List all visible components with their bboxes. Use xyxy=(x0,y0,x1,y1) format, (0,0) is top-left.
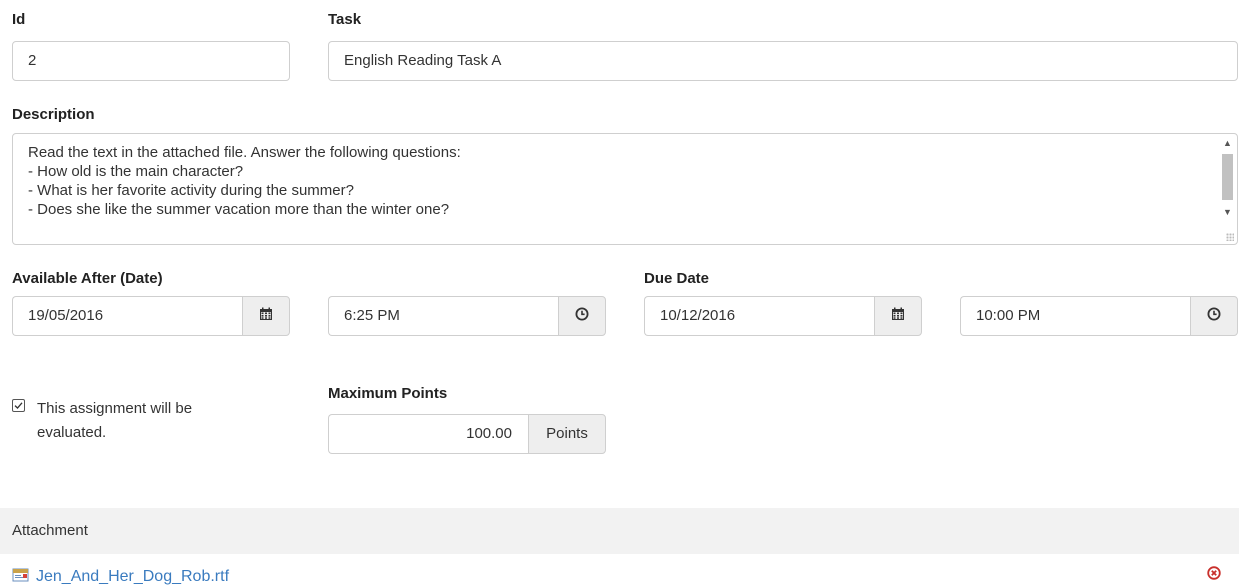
calendar-icon xyxy=(259,307,273,325)
id-input[interactable]: 2 xyxy=(12,41,290,81)
available-time-picker-button[interactable] xyxy=(558,296,606,336)
available-after-label: Available After (Date) xyxy=(12,270,163,287)
calendar-icon xyxy=(891,307,905,325)
due-time-picker-button[interactable] xyxy=(1190,296,1238,336)
id-label: Id xyxy=(12,11,26,28)
attachment-file-link[interactable]: Jen_And_Her_Dog_Rob.rtf xyxy=(36,567,229,587)
due-date-picker-button[interactable] xyxy=(874,296,922,336)
clock-icon xyxy=(575,307,589,325)
max-points-label: Maximum Points xyxy=(328,385,448,402)
description-label: Description xyxy=(12,106,95,123)
checkmark-icon xyxy=(14,402,23,409)
due-time-group: 10:00 PM xyxy=(960,296,1238,336)
task-label: Task xyxy=(328,11,362,28)
scrollbar-thumb[interactable] xyxy=(1222,154,1233,200)
resize-grip-icon[interactable] xyxy=(1226,233,1234,241)
due-date-label: Due Date xyxy=(644,270,710,287)
description-line: - How old is the main character? xyxy=(28,163,244,180)
description-scrollbar[interactable]: ▲ ▼ xyxy=(1219,135,1236,244)
scroll-up-arrow-icon[interactable]: ▲ xyxy=(1219,136,1236,150)
rtf-file-icon xyxy=(12,568,32,587)
attachment-header: Attachment xyxy=(0,508,1239,554)
description-textarea[interactable]: Read the text in the attached file. Answ… xyxy=(12,133,1238,245)
available-date-input[interactable]: 19/05/2016 xyxy=(12,296,242,336)
clock-icon xyxy=(1207,307,1221,325)
evaluated-checkbox-label[interactable]: This assignment will be evaluated. xyxy=(37,397,257,445)
available-time-group: 6:25 PM xyxy=(328,296,606,336)
description-line: Read the text in the attached file. Answ… xyxy=(28,144,461,161)
due-date-group: 10/12/2016 xyxy=(644,296,922,336)
available-time-input[interactable]: 6:25 PM xyxy=(328,296,558,336)
due-date-input[interactable]: 10/12/2016 xyxy=(644,296,874,336)
available-date-picker-button[interactable] xyxy=(242,296,290,336)
remove-circle-icon[interactable] xyxy=(1207,566,1221,580)
available-date-group: 19/05/2016 xyxy=(12,296,290,336)
due-time-input[interactable]: 10:00 PM xyxy=(960,296,1190,336)
evaluated-checkbox[interactable] xyxy=(12,399,25,412)
attachment-row: Jen_And_Her_Dog_Rob.rtf xyxy=(12,567,229,587)
points-unit-addon: Points xyxy=(528,414,606,454)
scroll-down-arrow-icon[interactable]: ▼ xyxy=(1219,205,1236,219)
max-points-group: 100.00 Points xyxy=(328,414,606,454)
task-input[interactable]: English Reading Task A xyxy=(328,41,1238,81)
description-line: - Does she like the summer vacation more… xyxy=(28,201,450,218)
description-line: - What is her favorite activity during t… xyxy=(28,182,354,199)
max-points-input[interactable]: 100.00 xyxy=(328,414,528,454)
